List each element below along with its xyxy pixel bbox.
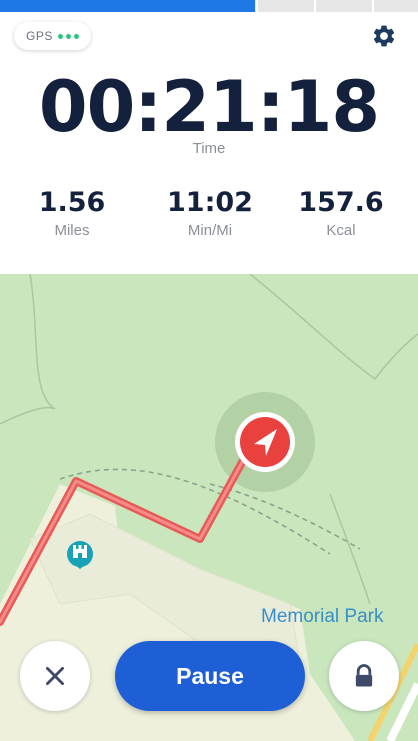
gps-status: GPS — [14, 22, 91, 50]
metric-distance: 1.56 Miles — [2, 187, 142, 239]
metric-value: 1.56 — [38, 187, 106, 218]
metric-value: 157.6 — [298, 187, 384, 218]
map-road — [329, 493, 371, 605]
metric-label: Min/Mi — [187, 222, 233, 239]
settings-button[interactable] — [368, 20, 400, 52]
map-road — [0, 407, 56, 425]
elapsed-time-label: Time — [192, 140, 226, 157]
workout-progress-bar — [0, 0, 418, 12]
place-label: Memorial Park — [261, 606, 384, 627]
lock-button[interactable] — [329, 641, 399, 711]
progress-divider — [256, 0, 258, 12]
gps-signal-icon — [57, 33, 79, 39]
progress-divider — [372, 0, 374, 12]
footpath — [209, 483, 361, 550]
cancel-button[interactable] — [20, 641, 90, 711]
metric-pace: 11:02 Min/Mi — [140, 187, 280, 239]
gear-icon — [373, 25, 395, 47]
progress-fill — [0, 0, 255, 12]
progress-divider — [314, 0, 316, 12]
metric-calories: 157.6 Kcal — [271, 187, 411, 239]
lock-icon — [355, 664, 373, 687]
metric-value: 11:02 — [167, 187, 253, 218]
map-road — [29, 274, 56, 410]
metric-label: Miles — [54, 222, 90, 239]
elapsed-time: 00:21:18 — [38, 66, 380, 148]
gps-label: GPS — [26, 29, 53, 43]
pause-button[interactable]: Pause — [115, 641, 305, 711]
close-icon — [46, 667, 64, 685]
metric-label: Kcal — [326, 222, 356, 239]
map-road — [249, 274, 418, 381]
